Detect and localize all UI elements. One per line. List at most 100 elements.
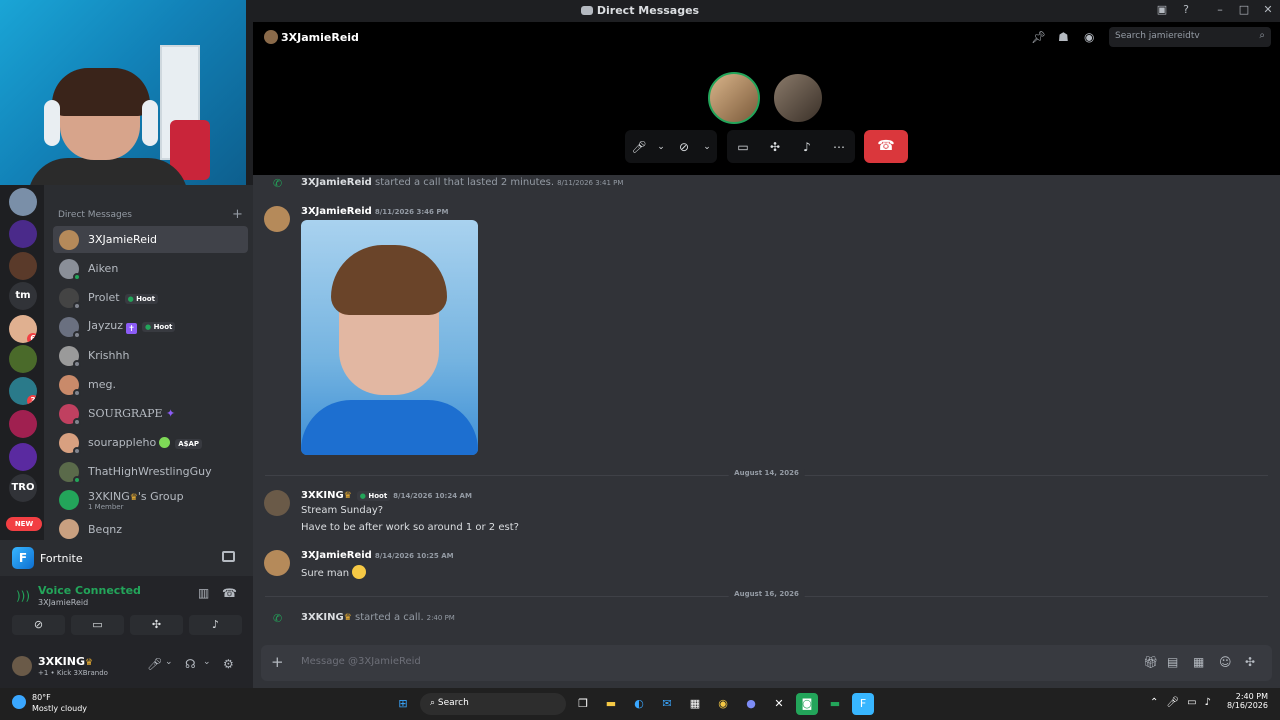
gear-icon[interactable]: ⚙ (223, 657, 234, 671)
message-avatar[interactable] (264, 550, 290, 576)
dm-item[interactable]: Krishhh (53, 342, 248, 369)
server-icon[interactable] (9, 410, 37, 438)
chevron-down-icon[interactable]: ⌄ (203, 657, 211, 667)
channel-name[interactable]: 3XJamieReid (281, 31, 359, 44)
edge-icon[interactable]: ◐ (628, 693, 650, 715)
activities-icon[interactable]: ✣ (759, 140, 791, 154)
server-icon[interactable] (9, 443, 37, 471)
server-tm[interactable]: tm (9, 282, 37, 310)
call-participant-avatar[interactable] (708, 72, 760, 124)
server-icon[interactable] (9, 188, 37, 216)
maximize-button[interactable]: □ (1232, 3, 1256, 19)
sticker-icon[interactable]: ▦ (1193, 655, 1204, 669)
screen-share-icon[interactable]: ▭ (727, 140, 759, 154)
system-author[interactable]: 3XJamieReid (301, 177, 372, 188)
signal-icon[interactable]: ))) (16, 589, 30, 603)
user-name[interactable]: 3XKING♛ (38, 655, 93, 668)
dm-item[interactable]: SOURGRAPE ✦ (53, 400, 248, 427)
chevron-down-icon[interactable]: ⌄ (165, 657, 173, 667)
app-icon[interactable]: ◙ (796, 693, 818, 715)
server-icon[interactable]: 6 (9, 315, 37, 343)
voice-status-text[interactable]: Voice Connected (38, 584, 141, 597)
message-avatar[interactable] (264, 490, 290, 516)
message-avatar[interactable] (264, 206, 290, 232)
dm-item[interactable]: meg. (53, 371, 248, 398)
dm-name: meg. (88, 378, 116, 391)
network-icon[interactable]: ▭ (1187, 697, 1196, 708)
gif-icon[interactable]: ▤ (1167, 655, 1178, 669)
mic-icon[interactable]: 🎤︎ (625, 140, 653, 154)
taskbar-search[interactable]: ⌕ Search (420, 693, 566, 715)
profile-icon[interactable]: ◉ (1084, 30, 1094, 44)
call-activity-controls: ▭ ✣ ♪ ⋯ (727, 130, 855, 163)
message-author[interactable]: 3XJamieReid (301, 206, 372, 217)
server-icon[interactable] (9, 220, 37, 248)
headphones-icon[interactable]: ☊ (185, 657, 196, 671)
dm-item[interactable]: Prolet ● Hoot (53, 284, 248, 311)
server-tro[interactable]: TRO (9, 474, 37, 502)
message-author[interactable]: 3XKING (301, 490, 344, 501)
server-icon[interactable] (9, 252, 37, 280)
dm-item[interactable]: Beqnz (53, 519, 248, 539)
dm-item[interactable]: sourappleho A$AP (53, 429, 248, 456)
message-list: ✆ 3XJamieReid started a call that lasted… (253, 175, 1280, 645)
help-icon[interactable]: ? (1174, 3, 1198, 19)
windows-start-icon[interactable]: ⊞ (392, 693, 414, 715)
message-composer[interactable]: + Message @3XJamieReid 🎁︎ ▤ ▦ ☺ ✣ (261, 645, 1272, 681)
apps-icon[interactable]: ✣ (1245, 655, 1255, 669)
system-author[interactable]: 3XKING (301, 612, 344, 623)
dm-item[interactable]: Jayzuz ✝ ● Hoot (53, 313, 248, 340)
dm-item[interactable]: 3XKING♛'s Group 1 Member (53, 485, 248, 515)
soundboard-icon[interactable]: ♪ (791, 140, 823, 154)
chevron-down-icon[interactable]: ⌄ (653, 142, 669, 152)
mic-icon[interactable]: 🎤︎ (1166, 697, 1179, 708)
inbox-icon[interactable]: ▣ (1150, 3, 1174, 19)
more-icon[interactable]: ⋯ (823, 140, 855, 154)
minimize-button[interactable]: – (1208, 3, 1232, 19)
app-icon[interactable]: ▬ (824, 693, 846, 715)
soundboard-button[interactable]: ♪ (189, 615, 242, 635)
outlook-icon[interactable]: ✉ (656, 693, 678, 715)
activities-button[interactable]: ✣ (130, 615, 183, 635)
add-attachment-icon[interactable]: + (271, 653, 284, 671)
screen-share-button[interactable]: ▭ (71, 615, 124, 635)
clock[interactable]: 2:40 PM 8/16/2026 (1222, 692, 1268, 710)
guild-tag: ● Hoot (142, 322, 176, 332)
gift-icon[interactable]: 🎁︎ (1143, 655, 1158, 669)
file-explorer-icon[interactable]: ▬ (600, 693, 622, 715)
message-author[interactable]: 3XJamieReid (301, 550, 372, 561)
emoji-icon[interactable]: ☺ (1219, 655, 1232, 669)
dm-item[interactable]: ThatHighWrestlingGuy (53, 458, 248, 485)
pin-icon[interactable]: 📌︎ (1031, 30, 1046, 44)
task-view-icon[interactable]: ❐ (572, 693, 594, 715)
disconnect-icon[interactable]: ☎ (222, 586, 237, 600)
volume-icon[interactable]: ♪ (1205, 697, 1211, 708)
create-dm-button[interactable]: + (232, 207, 243, 222)
close-button[interactable]: ✕ (1256, 3, 1280, 19)
mic-icon[interactable]: 🎤︎ (147, 657, 162, 671)
stream-icon[interactable] (222, 551, 235, 562)
search-input[interactable]: Search jamiereidtv ⌕ (1109, 27, 1271, 47)
status-dot (73, 330, 81, 339)
capcut-icon[interactable]: ✕ (768, 693, 790, 715)
chevron-down-icon[interactable]: ⌄ (699, 142, 715, 152)
server-icon[interactable] (9, 345, 37, 373)
user-avatar[interactable] (12, 656, 32, 676)
camera-off-button[interactable]: ⊘ (12, 615, 65, 635)
end-call-button[interactable]: ☎ (864, 130, 908, 163)
chevron-up-icon[interactable]: ⌃ (1150, 697, 1158, 708)
add-friends-icon[interactable]: ☗ (1058, 30, 1069, 44)
dm-item[interactable]: Aiken (53, 255, 248, 282)
chrome-icon[interactable]: ◉ (712, 693, 734, 715)
server-icon[interactable]: 3 (9, 377, 37, 405)
activity-bar[interactable]: F Fortnite (0, 540, 253, 576)
store-icon[interactable]: ▦ (684, 693, 706, 715)
group-avatar (59, 490, 79, 510)
noise-suppression-icon[interactable]: ▥ (198, 586, 209, 600)
image-attachment[interactable] (301, 220, 478, 455)
fortnite-icon[interactable]: F (852, 693, 874, 715)
discord-icon[interactable]: ● (740, 693, 762, 715)
dm-item[interactable]: 3XJamieReid (53, 226, 248, 253)
call-participant-avatar[interactable] (772, 72, 824, 124)
camera-off-icon[interactable]: ⊘ (669, 140, 699, 154)
